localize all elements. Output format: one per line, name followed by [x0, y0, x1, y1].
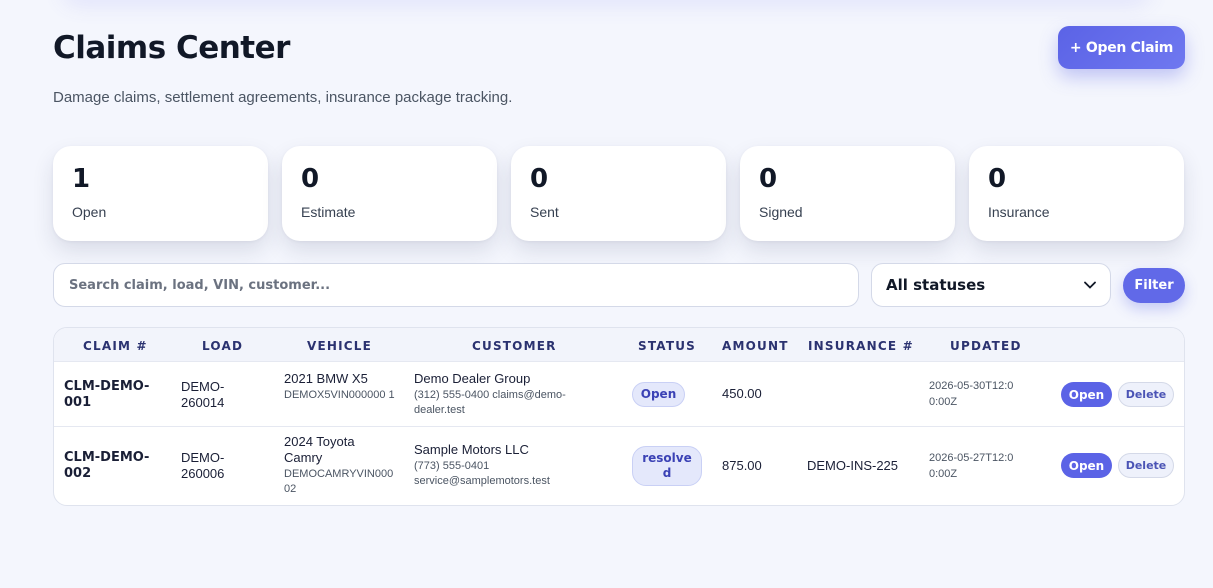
chevron-down-icon — [1084, 279, 1096, 292]
updated-date: 2026-05-27T12:00:00Z — [929, 452, 1014, 480]
stat-card-signed: 0 Signed — [740, 146, 955, 241]
stat-label: Signed — [759, 204, 803, 220]
open-claim-button[interactable]: + Open Claim — [1058, 26, 1185, 69]
vehicle-vin: DEMOCAMRYVIN000 02 — [284, 468, 394, 495]
load-number: DEMO-260014 — [181, 379, 225, 410]
status-select[interactable]: All statuses — [871, 263, 1111, 307]
search-input[interactable] — [53, 263, 859, 307]
stat-label: Estimate — [301, 204, 356, 220]
table-header: Claim # Load Vehicle Customer Status Amo… — [54, 328, 1184, 362]
claims-table: Claim # Load Vehicle Customer Status Amo… — [53, 327, 1185, 506]
stat-value: 0 — [530, 164, 549, 194]
claim-amount: 875.00 — [722, 458, 762, 473]
delete-claim-button[interactable]: Delete — [1118, 382, 1174, 407]
claim-amount: 450.00 — [722, 386, 762, 401]
claim-number: CLM-DEMO-001 — [64, 379, 150, 410]
customer-name: Demo Dealer Group — [414, 371, 531, 386]
stat-value: 0 — [759, 164, 778, 194]
status-badge: Open — [632, 382, 685, 407]
column-header-claim[interactable]: Claim # — [83, 339, 148, 353]
column-header-vehicle[interactable]: Vehicle — [307, 339, 372, 353]
column-header-load[interactable]: Load — [202, 339, 243, 353]
status-badge: resolved — [632, 446, 702, 486]
stat-label: Sent — [530, 204, 559, 220]
status-select-value: All statuses — [886, 276, 986, 294]
claim-number: CLM-DEMO-002 — [64, 450, 150, 481]
stat-card-sent: 0 Sent — [511, 146, 726, 241]
stat-value: 0 — [988, 164, 1007, 194]
insurance-number: DEMO-INS-225 — [807, 458, 899, 473]
stat-card-estimate: 0 Estimate — [282, 146, 497, 241]
stat-card-insurance: 0 Insurance — [969, 146, 1184, 241]
page-subtitle: Damage claims, settlement agreements, in… — [53, 89, 513, 106]
column-header-insurance[interactable]: Insurance # — [808, 339, 914, 353]
open-claim-row-button[interactable]: Open — [1061, 453, 1112, 478]
open-claim-row-button[interactable]: Open — [1061, 382, 1112, 407]
delete-claim-button[interactable]: Delete — [1118, 453, 1174, 478]
stat-value: 0 — [301, 164, 320, 194]
vehicle-vin: DEMOX5VIN000000 1 — [284, 389, 395, 401]
page-title: Claims Center — [53, 30, 290, 66]
stats-row: 1 Open 0 Estimate 0 Sent 0 Signed 0 Insu… — [53, 146, 1184, 241]
customer-contact: (773) 555-0401 service@samplemotors.test — [414, 460, 550, 487]
table-row: CLM-DEMO-001 DEMO-260014 2021 BMW X5 DEM… — [54, 362, 1184, 427]
filter-button[interactable]: Filter — [1123, 268, 1185, 303]
stat-value: 1 — [72, 164, 91, 194]
stat-label: Insurance — [988, 204, 1050, 220]
column-header-customer[interactable]: Customer — [472, 339, 557, 353]
vehicle-name: 2024 Toyota Camry — [284, 434, 355, 465]
customer-contact: (312) 555-0400 claims@demo-dealer.test — [414, 389, 566, 416]
customer-name: Sample Motors LLC — [414, 442, 529, 457]
load-number: DEMO-260006 — [181, 450, 225, 481]
column-header-updated[interactable]: Updated — [950, 339, 1022, 353]
column-header-status[interactable]: Status — [638, 339, 696, 353]
stat-label: Open — [72, 204, 107, 220]
updated-date: 2026-05-30T12:00:00Z — [929, 380, 1014, 408]
column-header-amount[interactable]: Amount — [722, 339, 789, 353]
stat-card-open: 1 Open — [53, 146, 268, 241]
vehicle-name: 2021 BMW X5 — [284, 371, 368, 386]
table-row: CLM-DEMO-002 DEMO-260006 2024 Toyota Cam… — [54, 427, 1184, 505]
